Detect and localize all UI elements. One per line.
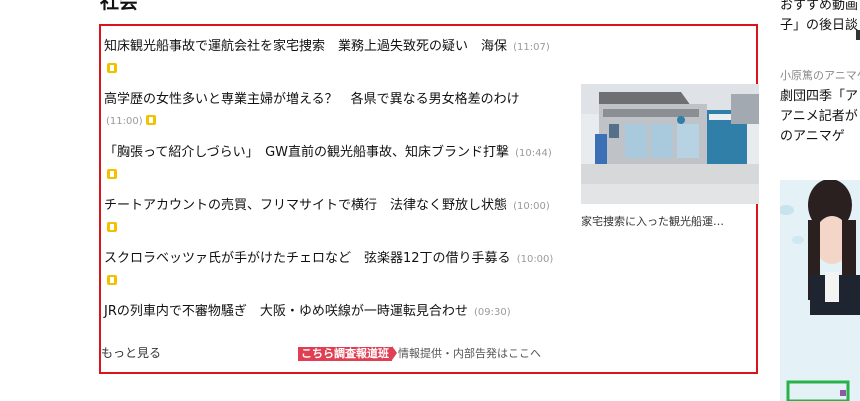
premium-badge-icon (145, 115, 156, 125)
news-headline[interactable]: JRの列車内で不審物騒ぎ 大阪・ゆめ咲線が一時運転見合わせ (104, 304, 468, 319)
premium-badge-icon (107, 275, 117, 285)
news-headline[interactable]: 知床観光船事故で運航会社を家宅捜索 業務上過失致死の疑い 海保 (104, 39, 507, 54)
sidebar-image[interactable] (780, 180, 860, 401)
news-item: 高学歴の女性多いと専業主婦が増える？ 各県で異なる男女格差のわけ (11:00) (104, 89, 556, 132)
sidebar-article-line[interactable]: アニメ記者が (780, 107, 858, 127)
news-item: チートアカウントの売買、フリマサイトで横行 法律なく野放し状態 (10:00) (104, 195, 556, 238)
sidebar-line[interactable]: おすすめ動画 (780, 0, 860, 16)
news-photo[interactable] (581, 84, 759, 204)
news-time: (09:30) (474, 307, 511, 318)
news-headline[interactable]: 「胸張って紹介しづらい」 GW直前の観光船事故、知床ブランド打撃 (104, 145, 509, 160)
news-headline[interactable]: 高学歴の女性多いと専業主婦が増える？ 各県で異なる男女格差のわけ (104, 92, 520, 107)
news-time: (10:00) (513, 201, 550, 212)
news-time: (10:00) (516, 254, 554, 265)
news-headline[interactable]: スクロラベッツァ氏が手がけたチェロなど 弦楽器12丁の借り手募る (104, 251, 511, 266)
sidebar-line[interactable]: 子」の後日談 (780, 16, 860, 36)
sidebar: おすすめ動画 子」の後日談 小原篤のアニマゲ 劇団四季「ア アニメ記者が のアニ… (780, 0, 860, 401)
scrollbar-thumb[interactable] (856, 30, 860, 40)
sidebar-article-line[interactable]: 劇団四季「ア (780, 87, 858, 107)
premium-badge-icon (107, 222, 117, 232)
sidebar-article-line[interactable]: のアニマゲ (780, 127, 858, 147)
news-time: (10:44) (515, 148, 552, 159)
news-item: JRの列車内で不審物騒ぎ 大阪・ゆめ咲線が一時運転見合わせ (09:30) (104, 301, 556, 323)
tip-line[interactable]: こちら調査報道班 情報提供・内部告発はここへ (298, 345, 541, 361)
featured-photo[interactable]: 家宅捜索に入った観光船運… (581, 84, 759, 229)
news-item: スクロラベッツァ氏が手がけたチェロなど 弦楽器12丁の借り手募る (10:00) (104, 248, 556, 291)
premium-badge-icon (107, 63, 117, 73)
section-title: 社会 (100, 0, 139, 13)
tip-arrow-icon (392, 346, 397, 360)
news-item: 「胸張って紹介しづらい」 GW直前の観光船事故、知床ブランド打撃 (10:44) (104, 142, 556, 185)
sidebar-article[interactable]: 劇団四季「ア アニメ記者が のアニマゲ (780, 87, 858, 147)
more-link[interactable]: もっと見る (101, 344, 161, 361)
photo-caption[interactable]: 家宅捜索に入った観光船運… (581, 213, 759, 229)
news-headline[interactable]: チートアカウントの売買、フリマサイトで横行 法律なく野放し状態 (104, 198, 507, 213)
news-list: 知床観光船事故で運航会社を家宅捜索 業務上過失致死の疑い 海保 (11:07) … (104, 36, 556, 333)
sidebar-category[interactable]: 小原篤のアニマゲ (780, 67, 860, 83)
news-time: (11:07) (513, 42, 550, 53)
news-time: (11:00) (106, 116, 143, 127)
tip-badge[interactable]: こちら調査報道班 (298, 347, 392, 361)
news-box: 知床観光船事故で運航会社を家宅捜索 業務上過失致死の疑い 海保 (11:07) … (99, 24, 759, 374)
premium-badge-icon (107, 169, 117, 179)
tip-text[interactable]: 情報提供・内部告発はここへ (398, 347, 541, 360)
news-item: 知床観光船事故で運航会社を家宅捜索 業務上過失致死の疑い 海保 (11:07) (104, 36, 556, 79)
